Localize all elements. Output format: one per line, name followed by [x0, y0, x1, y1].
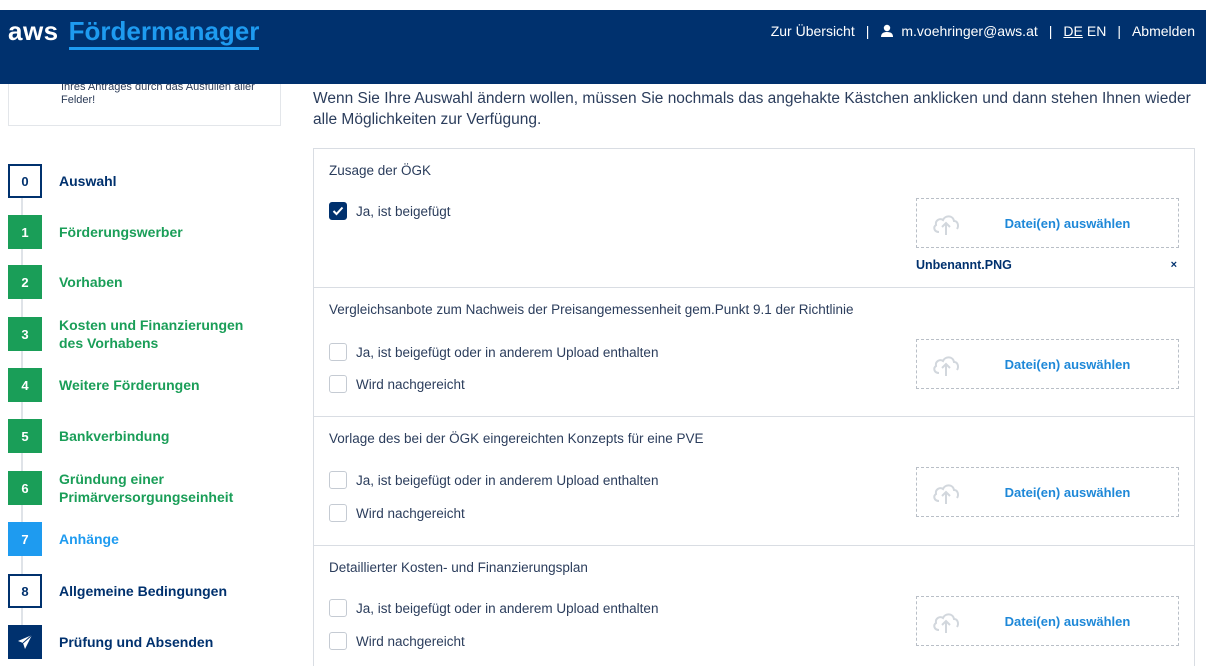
checkbox-label: Wird nachgereicht — [356, 633, 465, 649]
overview-link[interactable]: Zur Übersicht — [771, 23, 855, 39]
sidebar-info-text: Ihres Antrages durch das Ausfüllen aller… — [61, 84, 255, 106]
attachment-section-konzept-pve: Vorlage des bei der ÖGK eingereichten Ko… — [313, 416, 1195, 546]
upload-label: Datei(en) auswählen — [1004, 356, 1131, 372]
checkbox-ja-beigefuegt-upload[interactable]: Ja, ist beigefügt oder in anderem Upload… — [329, 599, 658, 617]
language-de-link[interactable]: DE — [1063, 23, 1082, 39]
step-gruendung-pve[interactable]: 6 Gründung einer Primärversorgungseinhei… — [8, 470, 269, 506]
top-header: aws Fördermanager Zur Übersicht | m.voeh… — [0, 10, 1206, 84]
checkbox-ja-beigefuegt[interactable]: Ja, ist beigefügt — [329, 202, 451, 220]
step-anhaenge[interactable]: 7 Anhänge — [8, 522, 119, 556]
file-upload-button[interactable]: Datei(en) auswählen — [916, 467, 1179, 517]
checkbox-label: Ja, ist beigefügt oder in anderem Upload… — [356, 344, 659, 360]
nav-separator: | — [865, 23, 870, 39]
upload-label: Datei(en) auswählen — [1004, 613, 1131, 629]
uploaded-file-name: Unbenannt.PNG — [916, 258, 1012, 272]
section-title: Vorlage des bei der ÖGK eingereichten Ko… — [329, 431, 704, 446]
upload-label: Datei(en) auswählen — [1004, 215, 1131, 231]
checkbox-label: Ja, ist beigefügt oder in anderem Upload… — [356, 600, 659, 616]
remove-file-icon[interactable]: × — [1171, 259, 1177, 271]
checkbox-unchecked[interactable] — [329, 632, 347, 650]
step-connector-line — [21, 180, 23, 640]
step-label: Weitere Förderungen — [59, 377, 200, 393]
brand-logo[interactable]: aws Fördermanager — [8, 16, 260, 56]
checkbox-unchecked[interactable] — [329, 375, 347, 393]
checkbox-unchecked[interactable] — [329, 599, 347, 617]
checkbox-unchecked[interactable] — [329, 504, 347, 522]
nav-separator: | — [1117, 23, 1121, 39]
checkbox-label: Wird nachgereicht — [356, 376, 465, 392]
step-badge: 1 — [8, 215, 42, 249]
checkbox-wird-nachgereicht[interactable]: Wird nachgereicht — [329, 504, 465, 522]
checkbox-wird-nachgereicht[interactable]: Wird nachgereicht — [329, 632, 465, 650]
checkbox-ja-beigefuegt-upload[interactable]: Ja, ist beigefügt oder in anderem Upload… — [329, 343, 658, 361]
checkbox-label: Wird nachgereicht — [356, 505, 465, 521]
step-label: Anhänge — [59, 531, 119, 547]
step-vorhaben[interactable]: 2 Vorhaben — [8, 265, 123, 299]
step-bankverbindung[interactable]: 5 Bankverbindung — [8, 419, 169, 453]
step-auswahl[interactable]: 0 Auswahl — [8, 164, 117, 198]
step-badge: 7 — [8, 522, 42, 556]
checkbox-unchecked[interactable] — [329, 343, 347, 361]
attachment-section-kosten-finanzierungsplan: Detaillierter Kosten- und Finanzierungsp… — [313, 545, 1195, 666]
checkbox-unchecked[interactable] — [329, 471, 347, 489]
step-label: Prüfung und Absenden — [59, 634, 214, 650]
step-weitere-foerderungen[interactable]: 4 Weitere Förderungen — [8, 368, 200, 402]
file-upload-button[interactable]: Datei(en) auswählen — [916, 198, 1179, 248]
uploaded-file: Unbenannt.PNG × — [916, 258, 1181, 272]
file-upload-button[interactable]: Datei(en) auswählen — [916, 339, 1179, 389]
attachment-section-zusage-oegk: Zusage der ÖGK Ja, ist beigefügt Datei(e… — [313, 148, 1195, 288]
brand-foerdermanager: Fördermanager — [68, 16, 260, 50]
checkmark-icon — [332, 206, 344, 216]
checkbox-label: Ja, ist beigefügt — [356, 203, 451, 219]
step-badge: 4 — [8, 368, 42, 402]
user-icon — [881, 24, 894, 37]
intro-text: Wenn Sie Ihre Auswahl ändern wollen, müs… — [313, 90, 1191, 128]
step-label: Förderungswerber — [59, 224, 183, 240]
step-foerderungswerber[interactable]: 1 Förderungswerber — [8, 215, 183, 249]
nav-separator: | — [1048, 23, 1053, 39]
step-badge: 3 — [8, 317, 42, 351]
send-icon — [8, 625, 42, 659]
step-badge: 6 — [8, 471, 42, 505]
sidebar-info-box: Ihres Antrages durch das Ausfüllen aller… — [8, 84, 281, 126]
attachment-section-vergleichsanbote: Vergleichsanbote zum Nachweis der Preisa… — [313, 287, 1195, 417]
step-label: Gründung einer Primärversorgungseinheit — [59, 471, 234, 505]
step-label: Auswahl — [59, 173, 117, 189]
step-allgemeine-bedingungen[interactable]: 8 Allgemeine Bedingungen — [8, 574, 227, 608]
step-badge: 5 — [8, 419, 42, 453]
section-title: Vergleichsanbote zum Nachweis der Preisa… — [329, 302, 854, 317]
checkbox-wird-nachgereicht[interactable]: Wird nachgereicht — [329, 375, 465, 393]
step-badge: 0 — [8, 164, 42, 198]
upload-label: Datei(en) auswählen — [1004, 484, 1131, 500]
top-navigation: Zur Übersicht | m.voehringer@aws.at | DE… — [771, 23, 1195, 39]
step-label: Allgemeine Bedingungen — [59, 583, 228, 599]
brand-aws: aws — [8, 16, 59, 46]
checkbox-label: Ja, ist beigefügt oder in anderem Upload… — [356, 472, 659, 488]
step-badge: 2 — [8, 265, 42, 299]
logout-link[interactable]: Abmelden — [1132, 23, 1195, 39]
step-label: Vorhaben — [59, 274, 123, 290]
step-badge: 8 — [8, 574, 42, 608]
step-kosten-finanzierungen[interactable]: 3 Kosten und Finanzierungen des Vorhaben… — [8, 316, 269, 352]
user-email: m.voehringer@aws.at — [901, 23, 1038, 39]
user-menu[interactable]: m.voehringer@aws.at — [880, 23, 1038, 39]
section-title: Zusage der ÖGK — [329, 163, 432, 178]
paper-plane-icon — [18, 634, 33, 649]
file-upload-button[interactable]: Datei(en) auswählen — [916, 596, 1179, 646]
step-pruefung-absenden[interactable]: Prüfung und Absenden — [8, 625, 213, 659]
step-label: Kosten und Finanzierungen des Vorhabens — [59, 317, 244, 351]
checkbox-checked[interactable] — [329, 202, 347, 220]
step-label: Bankverbindung — [59, 428, 170, 444]
section-title: Detaillierter Kosten- und Finanzierungsp… — [329, 560, 588, 575]
checkbox-ja-beigefuegt-upload[interactable]: Ja, ist beigefügt oder in anderem Upload… — [329, 471, 658, 489]
language-en-link[interactable]: EN — [1087, 23, 1106, 39]
